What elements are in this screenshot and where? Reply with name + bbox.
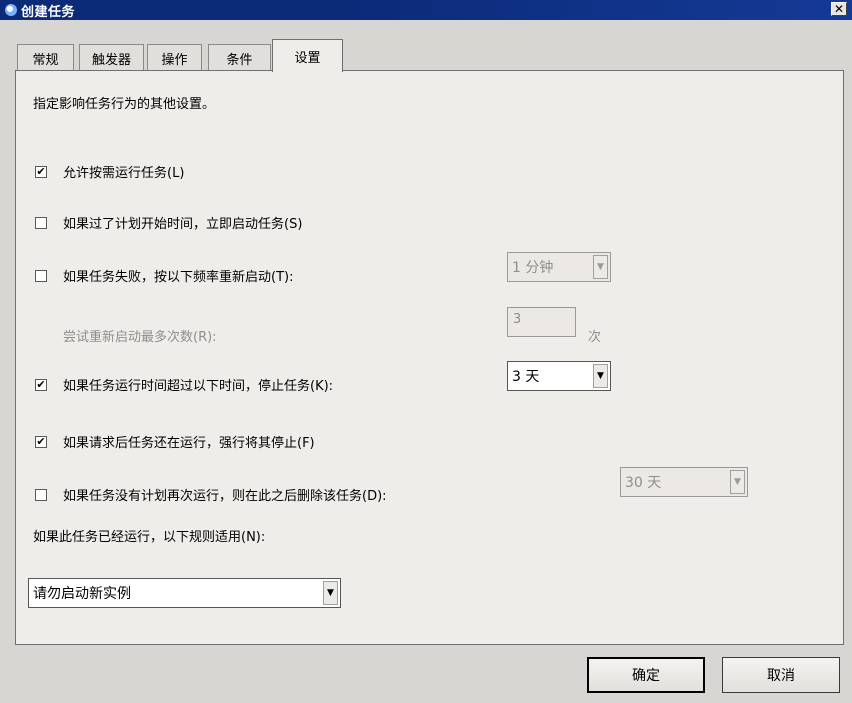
existing-instance-rule-label: 如果此任务已经运行，以下规则适用(N): bbox=[33, 530, 266, 545]
delete-if-not-scheduled-checkbox[interactable] bbox=[35, 488, 47, 501]
restart-attempts-unit: 次 bbox=[588, 330, 602, 345]
force-stop-label: 如果请求后任务还在运行，强行将其停止(F) bbox=[63, 436, 315, 451]
chevron-down-icon[interactable]: ▼ bbox=[323, 581, 338, 605]
delete-duration-dropdown[interactable]: 30 天 ▼ bbox=[620, 467, 748, 497]
restart-on-failure-label: 如果任务失败，按以下频率重新启动(T): bbox=[63, 270, 294, 285]
stop-if-runs-longer-label: 如果任务运行时间超过以下时间，停止任务(K): bbox=[63, 379, 334, 394]
task-scheduler-icon bbox=[5, 4, 17, 16]
stop-duration-dropdown[interactable]: 3 天 ▼ bbox=[507, 361, 611, 391]
chevron-down-icon[interactable]: ▼ bbox=[730, 470, 745, 494]
ok-button[interactable]: 确定 bbox=[587, 657, 705, 693]
window-title: 创建任务 bbox=[21, 4, 76, 20]
restart-on-failure-row: 如果任务失败，按以下频率重新启动(T): bbox=[35, 266, 293, 285]
cancel-button[interactable]: 取消 bbox=[722, 657, 840, 693]
start-when-missed-row: 如果过了计划开始时间，立即启动任务(S) bbox=[35, 213, 302, 232]
stop-if-runs-longer-row: ✔ 如果任务运行时间超过以下时间，停止任务(K): bbox=[35, 375, 333, 394]
tab-actions[interactable]: 操作 bbox=[147, 44, 202, 71]
existing-instance-rule-row: 如果此任务已经运行，以下规则适用(N): bbox=[33, 526, 265, 545]
start-when-missed-label: 如果过了计划开始时间，立即启动任务(S) bbox=[63, 217, 303, 232]
force-stop-checkbox[interactable]: ✔ bbox=[35, 435, 47, 448]
existing-instance-rule-value: 请勿启动新实例 bbox=[33, 586, 131, 602]
stop-if-runs-longer-checkbox[interactable]: ✔ bbox=[35, 378, 47, 391]
restart-attempts-label: 尝试重新启动最多次数(R): bbox=[63, 330, 217, 345]
force-stop-row: ✔ 如果请求后任务还在运行，强行将其停止(F) bbox=[35, 432, 315, 451]
tab-general[interactable]: 常规 bbox=[17, 44, 74, 71]
delete-if-not-scheduled-label: 如果任务没有计划再次运行，则在此之后删除该任务(D): bbox=[63, 489, 387, 504]
allow-demand-start-row: ✔ 允许按需运行任务(L) bbox=[35, 162, 184, 181]
delete-if-not-scheduled-row: 如果任务没有计划再次运行，则在此之后删除该任务(D): bbox=[35, 485, 387, 504]
restart-attempts-input[interactable]: 3 bbox=[507, 307, 576, 337]
restart-interval-value: 1 分钟 bbox=[512, 260, 554, 276]
tab-triggers[interactable]: 触发器 bbox=[79, 44, 144, 71]
start-when-missed-checkbox[interactable] bbox=[35, 216, 47, 229]
existing-instance-rule-dropdown[interactable]: 请勿启动新实例 ▼ bbox=[28, 578, 341, 608]
stop-duration-value: 3 天 bbox=[512, 369, 540, 385]
restart-on-failure-checkbox[interactable] bbox=[35, 269, 47, 282]
title-bar: 创建任务 ✕ bbox=[0, 0, 852, 20]
restart-attempts-row: 尝试重新启动最多次数(R): bbox=[63, 326, 217, 345]
allow-demand-start-label: 允许按需运行任务(L) bbox=[63, 166, 185, 181]
tab-settings[interactable]: 设置 bbox=[272, 39, 343, 72]
restart-interval-dropdown[interactable]: 1 分钟 ▼ bbox=[507, 252, 611, 282]
close-button[interactable]: ✕ bbox=[831, 2, 847, 16]
settings-description: 指定影响任务行为的其他设置。 bbox=[33, 97, 216, 112]
delete-duration-value: 30 天 bbox=[625, 475, 662, 491]
chevron-down-icon[interactable]: ▼ bbox=[593, 255, 608, 279]
chevron-down-icon[interactable]: ▼ bbox=[593, 364, 608, 388]
tab-conditions[interactable]: 条件 bbox=[208, 44, 271, 71]
settings-panel bbox=[15, 70, 844, 645]
allow-demand-start-checkbox[interactable]: ✔ bbox=[35, 165, 47, 178]
